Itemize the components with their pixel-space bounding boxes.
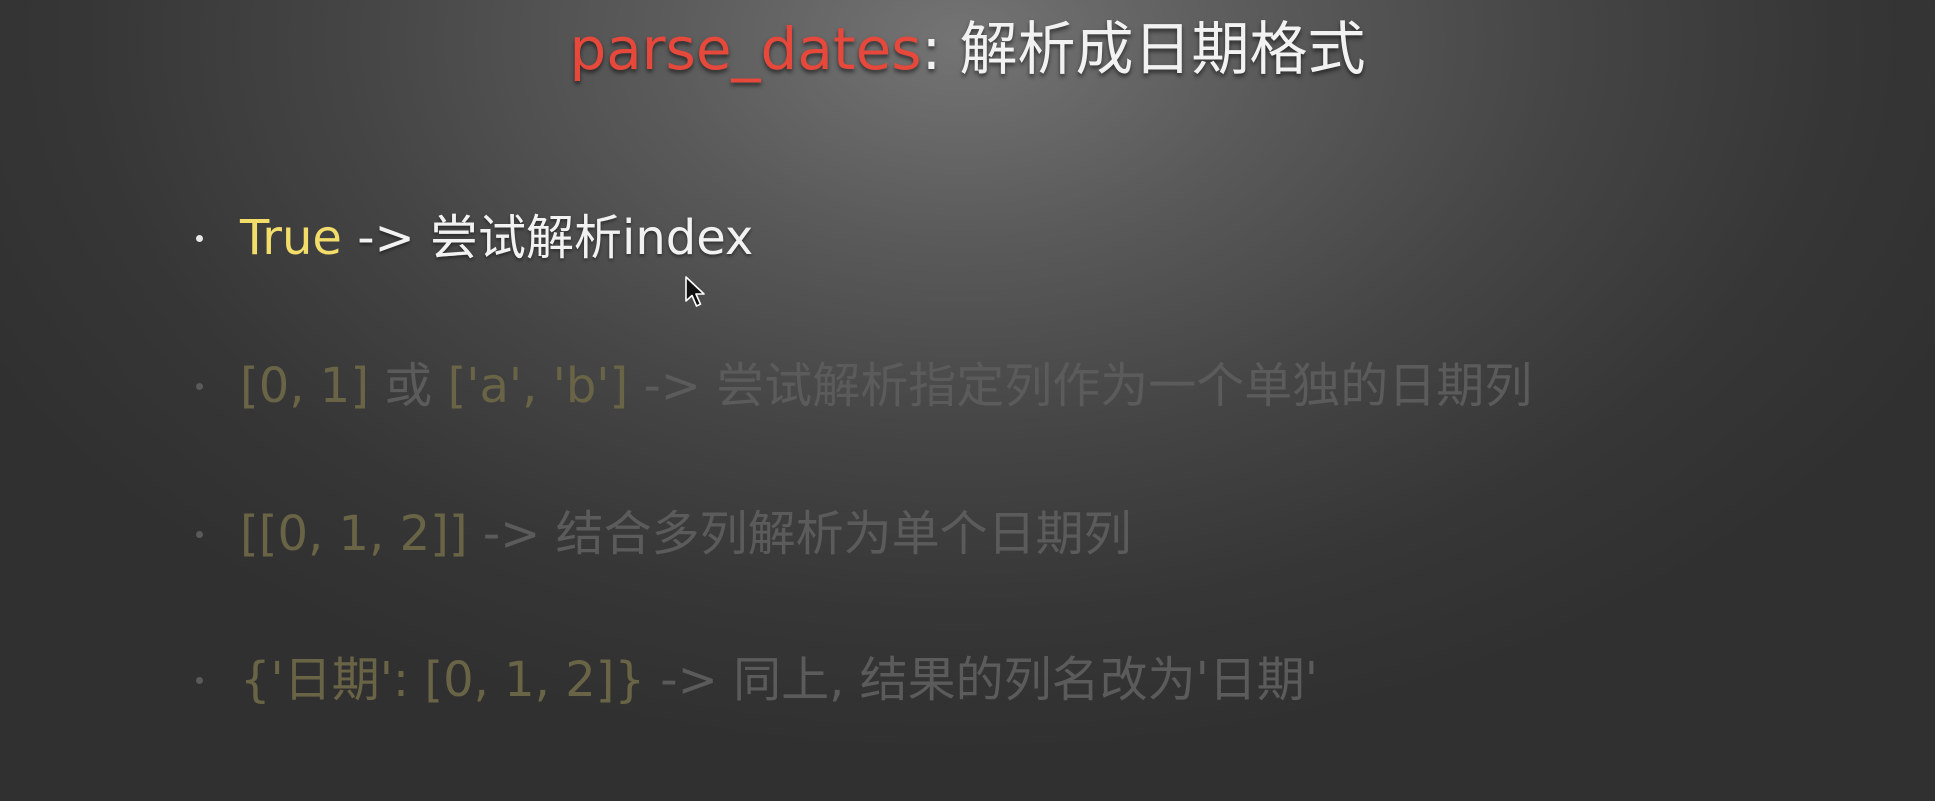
bullet-keyword: True (240, 210, 342, 266)
bullet-description: -> 同上, 结果的列名改为'日期' (645, 652, 1318, 708)
bullet-dot-icon (196, 235, 203, 242)
bullet-description: -> 尝试解析index (341, 210, 754, 266)
bullet-description: -> 结合多列解析为单个日期列 (467, 506, 1132, 562)
bullet-dot-icon (196, 531, 203, 538)
title-code: parse_dates (569, 15, 922, 83)
bullet-connector: 或 (369, 358, 448, 414)
bullet-keyword: [0, 1] (240, 358, 370, 414)
title-rest: : 解析成日期格式 (921, 15, 1366, 83)
bullet-dot-icon (196, 383, 203, 390)
bullet-keyword: [[0, 1, 2]] (240, 506, 468, 562)
mouse-pointer-icon (685, 276, 705, 307)
slide-title: parse_dates: 解析成日期格式 (0, 4, 1935, 94)
bullet-keyword-alt: ['a', 'b'] (447, 358, 629, 414)
bullet-text: {'日期': [0, 1, 2]} -> 同上, 结果的列名改为'日期' (240, 640, 1318, 720)
bullet-keyword: {'日期': [0, 1, 2]} (240, 652, 646, 708)
bullet-text: True -> 尝试解析index (240, 198, 753, 278)
bullet-dot-icon (196, 677, 203, 684)
bullet-description: -> 尝试解析指定列作为一个单独的日期列 (628, 358, 1533, 414)
bullet-text: [[0, 1, 2]] -> 结合多列解析为单个日期列 (240, 494, 1132, 574)
bullet-text: [0, 1] 或 ['a', 'b'] -> 尝试解析指定列作为一个单独的日期列 (240, 346, 1532, 426)
